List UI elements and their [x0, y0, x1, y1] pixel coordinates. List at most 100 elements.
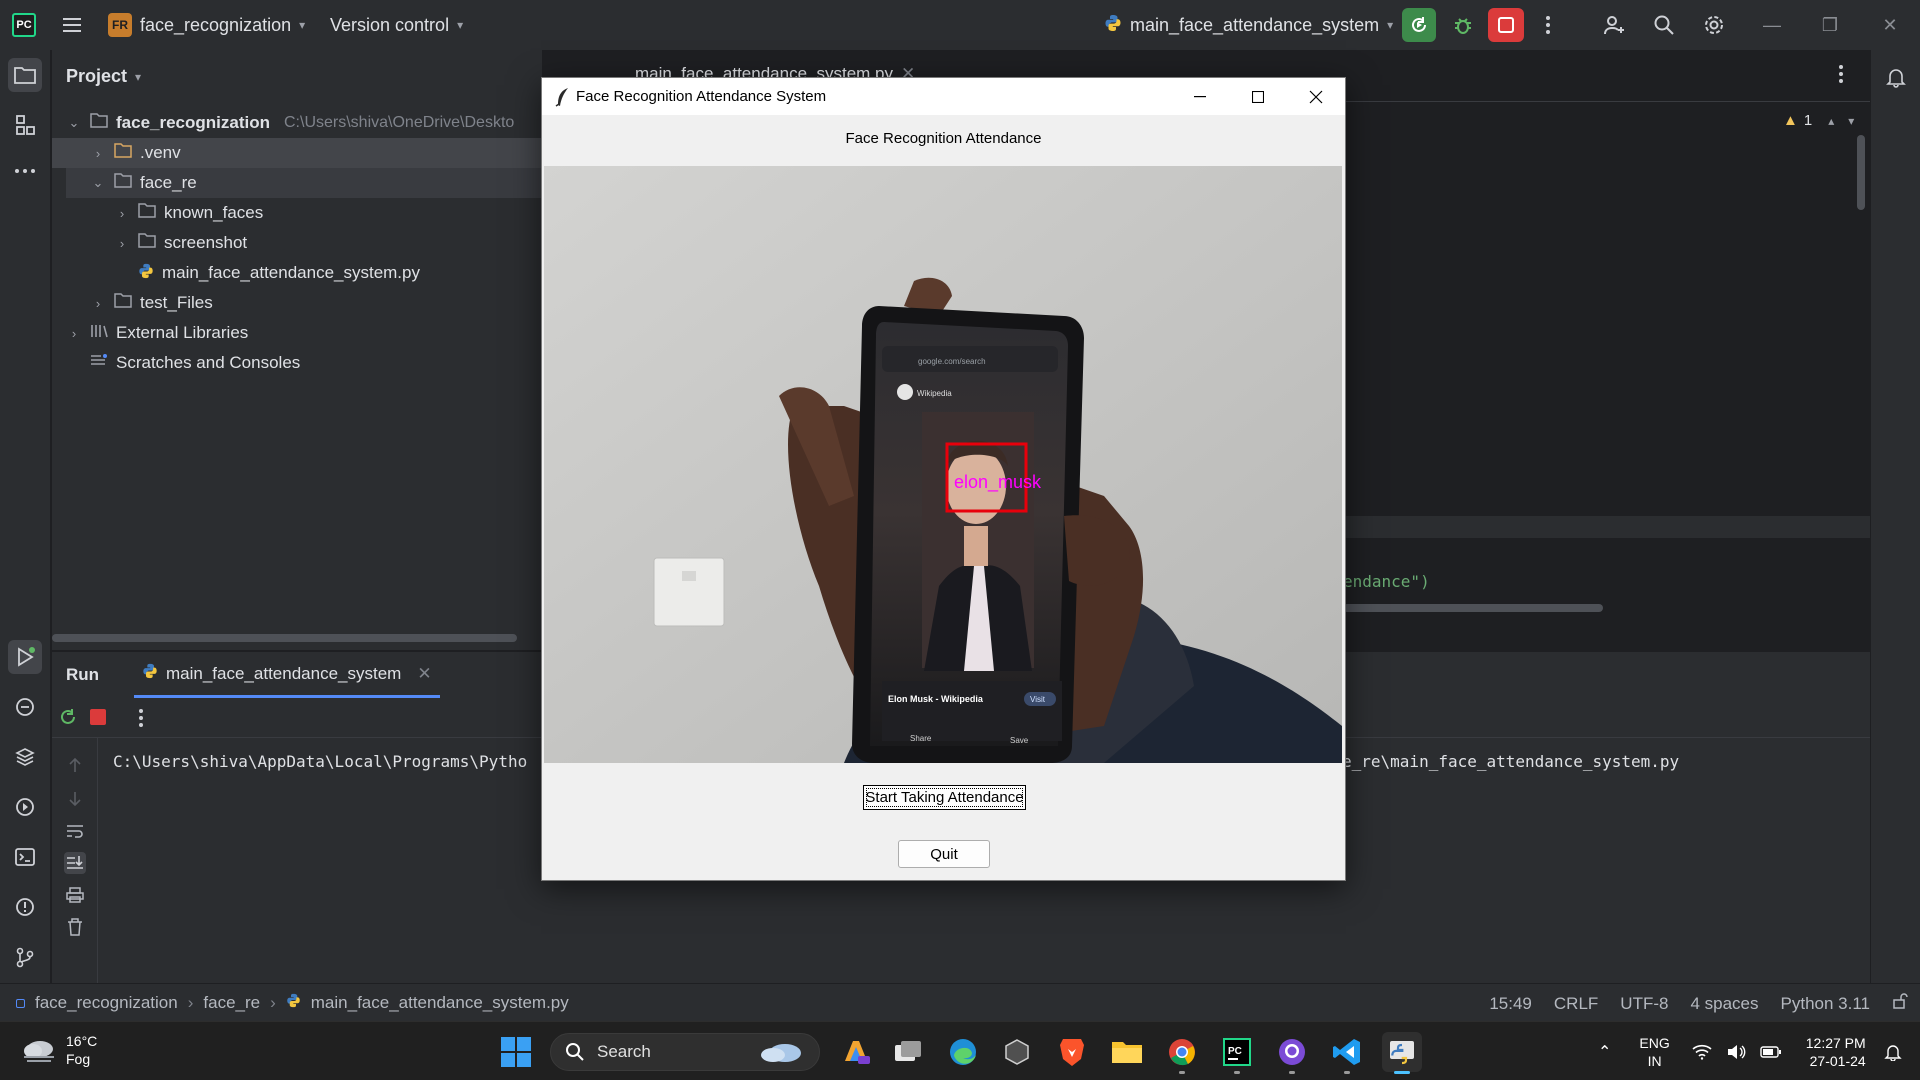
- more-actions-button[interactable]: [138, 708, 144, 733]
- settings-button[interactable]: [1696, 8, 1732, 42]
- clock-time: 12:27 PM: [1805, 1035, 1866, 1051]
- project-tool-button[interactable]: [8, 58, 42, 92]
- tree-item-label: face_re: [140, 173, 197, 192]
- code-line-fragment[interactable]: endance"): [1343, 572, 1430, 591]
- tree-item-external-libraries[interactable]: › External Libraries: [66, 318, 248, 348]
- print-icon[interactable]: [64, 884, 86, 906]
- project-switcher[interactable]: FR face_recognization ▾: [108, 11, 305, 39]
- scroll-to-end-icon[interactable]: [64, 852, 86, 874]
- clock[interactable]: 12:27 PM 27-01-24: [1806, 1034, 1866, 1070]
- python-interpreter[interactable]: Python 3.11: [1781, 994, 1870, 1014]
- chevron-up-icon[interactable]: ▴: [1828, 114, 1834, 128]
- editor-vertical-scrollbar[interactable]: [1857, 135, 1865, 210]
- run-tab-label: main_face_attendance_system: [166, 663, 402, 683]
- face-name-label: elon_musk: [954, 472, 1042, 493]
- taskbar-file-explorer-icon[interactable]: [1107, 1032, 1147, 1072]
- vcs-switcher[interactable]: Version control ▾: [330, 11, 463, 39]
- close-window-button[interactable]: ✕: [1870, 8, 1910, 42]
- tree-item-main-py[interactable]: main_face_attendance_system.py: [138, 258, 420, 288]
- tree-item-venv[interactable]: › .venv: [52, 138, 542, 168]
- editor-tabs-menu-button[interactable]: [1838, 64, 1844, 89]
- line-separator[interactable]: CRLF: [1554, 994, 1598, 1014]
- taskbar-vscode-icon[interactable]: [1327, 1032, 1367, 1074]
- dialog-close-button[interactable]: [1287, 78, 1345, 115]
- arrow-up-icon[interactable]: [64, 754, 86, 776]
- rerun-button[interactable]: [58, 707, 78, 732]
- windows-start-button[interactable]: [500, 1036, 532, 1068]
- structure-tool-button[interactable]: [8, 108, 42, 142]
- terminal-tool-button[interactable]: [8, 840, 42, 874]
- caret-position[interactable]: 15:49: [1489, 994, 1532, 1014]
- code-with-me-button[interactable]: [1596, 8, 1632, 42]
- debug-button[interactable]: [1446, 8, 1480, 42]
- arrow-down-icon[interactable]: [64, 788, 86, 810]
- chevron-up-icon[interactable]: ⌃: [1598, 1042, 1611, 1062]
- breadcrumb-item[interactable]: main_face_attendance_system.py: [311, 993, 569, 1013]
- tree-item-screenshot[interactable]: › screenshot: [114, 228, 247, 258]
- start-attendance-button[interactable]: Start Taking Attendance: [863, 785, 1026, 810]
- breadcrumb-item[interactable]: face_recognization: [35, 993, 178, 1013]
- weather-widget[interactable]: 16°C Fog: [22, 1032, 97, 1068]
- pycharm-logo-icon[interactable]: PC: [12, 13, 36, 37]
- run-tool-button[interactable]: [8, 640, 42, 674]
- dialog-minimize-button[interactable]: [1171, 78, 1229, 115]
- breadcrumb-item[interactable]: face_re: [203, 993, 260, 1013]
- editor-horizontal-scrollbar[interactable]: [1343, 604, 1603, 612]
- taskbar-brave-icon[interactable]: [1052, 1032, 1092, 1072]
- stop-button[interactable]: [1488, 8, 1524, 42]
- python-packages-button[interactable]: [8, 740, 42, 774]
- tk-feather-icon: [554, 87, 572, 107]
- left-tool-strip: [0, 50, 51, 983]
- close-icon[interactable]: ✕: [417, 664, 431, 684]
- taskbar-task-view-icon[interactable]: [888, 1032, 928, 1072]
- rerun-button[interactable]: [1402, 8, 1436, 42]
- dialog-maximize-button[interactable]: [1229, 78, 1287, 115]
- taskbar-github-desktop-icon[interactable]: [1272, 1032, 1312, 1074]
- more-actions-button[interactable]: [1534, 8, 1562, 42]
- taskbar-edge-icon[interactable]: [943, 1032, 983, 1072]
- main-menu-icon[interactable]: [60, 13, 84, 37]
- run-tab[interactable]: main_face_attendance_system ✕: [134, 652, 440, 698]
- search-everywhere-button[interactable]: [1646, 8, 1682, 42]
- tree-item-scratches[interactable]: Scratches and Consoles: [90, 348, 300, 378]
- git-tool-button[interactable]: [8, 940, 42, 974]
- stop-button[interactable]: [90, 709, 106, 725]
- python-console-button[interactable]: [8, 690, 42, 724]
- taskbar-chrome-icon[interactable]: [1162, 1032, 1202, 1074]
- unlock-icon[interactable]: [1892, 993, 1908, 1014]
- project-panel-header[interactable]: Project ▾: [66, 66, 141, 87]
- problems-tool-button[interactable]: [8, 890, 42, 924]
- minimize-window-button[interactable]: —: [1752, 8, 1792, 42]
- add-user-icon: [1604, 16, 1624, 35]
- inspection-widget[interactable]: ▲ 1 ▴ ▾: [1783, 112, 1854, 129]
- trash-icon[interactable]: [64, 916, 86, 938]
- services-tool-button[interactable]: [8, 790, 42, 824]
- more-tools-button[interactable]: [8, 154, 42, 188]
- soft-wrap-icon[interactable]: [64, 820, 86, 842]
- folder-icon: [114, 143, 132, 163]
- taskbar-app-icon[interactable]: [997, 1032, 1037, 1072]
- taskbar-pycharm-icon[interactable]: PC: [1217, 1032, 1257, 1074]
- indent-setting[interactable]: 4 spaces: [1690, 994, 1758, 1014]
- minimize-icon: [1194, 95, 1206, 97]
- tree-item-test-files[interactable]: › test_Files: [90, 288, 213, 318]
- run-config-selector[interactable]: main_face_attendance_system ▾: [1104, 11, 1393, 39]
- folder-icon: [14, 67, 36, 84]
- notifications-button[interactable]: [1879, 60, 1913, 94]
- project-panel-scrollbar[interactable]: [52, 634, 517, 642]
- tree-root-face-recognization[interactable]: ⌄ face_recognization C:\Users\shiva\OneD…: [66, 108, 542, 138]
- close-icon: ✕: [1882, 14, 1898, 35]
- input-language[interactable]: ENG IN: [1639, 1034, 1669, 1070]
- wifi-icon: [1692, 1044, 1712, 1060]
- file-encoding[interactable]: UTF-8: [1620, 994, 1668, 1014]
- taskbar-copilot-icon[interactable]: [836, 1032, 876, 1072]
- quit-button[interactable]: Quit: [898, 840, 990, 868]
- tree-item-face-re[interactable]: ⌄ face_re: [66, 168, 542, 198]
- tree-item-known-faces[interactable]: › known_faces: [114, 198, 263, 228]
- chevron-right-icon: ›: [187, 993, 194, 1012]
- chevron-down-icon[interactable]: ▾: [1848, 114, 1854, 128]
- chevron-down-icon: ⌄: [92, 175, 104, 190]
- restore-window-button[interactable]: ❐: [1810, 8, 1850, 42]
- taskbar-python-app-icon[interactable]: [1382, 1032, 1422, 1074]
- taskbar-search[interactable]: Search: [550, 1033, 820, 1071]
